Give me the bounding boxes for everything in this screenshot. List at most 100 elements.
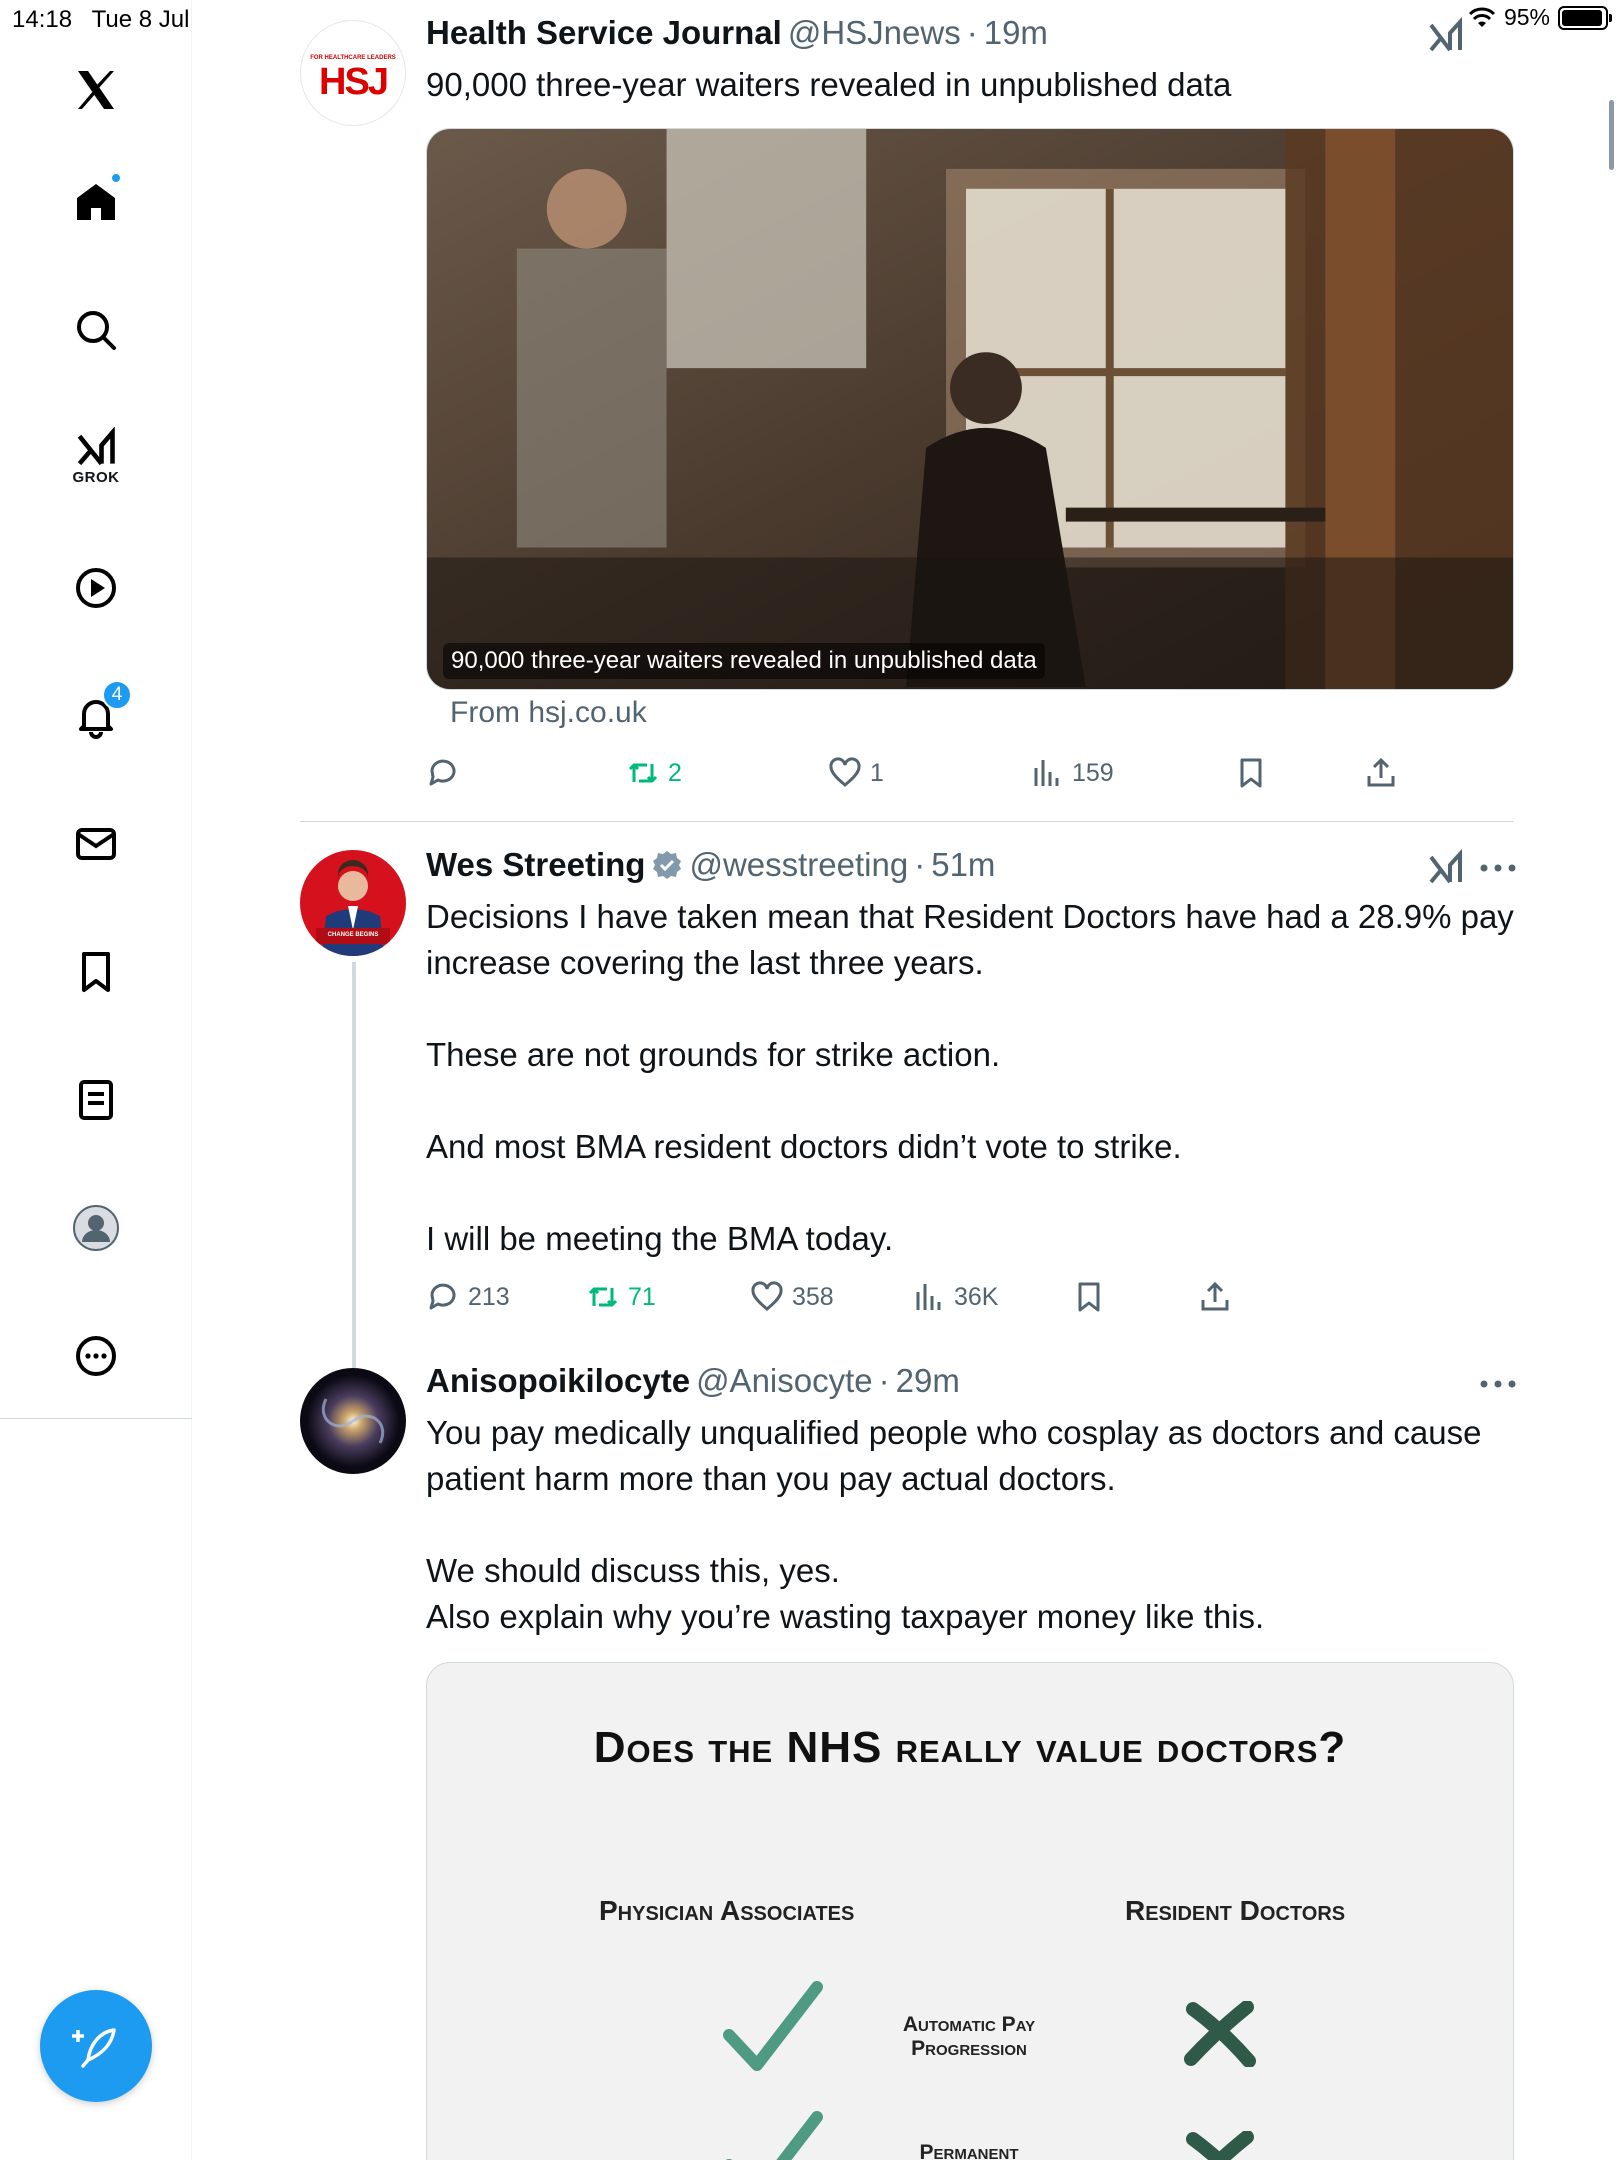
avatar-wes-streeting[interactable]: CHANGE BEGINS (300, 850, 406, 956)
thread-connector (352, 962, 356, 1368)
link-card[interactable]: 90,000 three-year waiters revealed in un… (426, 128, 1514, 690)
tweet-body: You pay medically unqualified people who… (426, 1410, 1516, 1640)
tweet-time[interactable]: 29m (896, 1362, 960, 1400)
views-button[interactable]: 36K (912, 1272, 998, 1322)
avatar-photo (300, 850, 406, 956)
home-unread-dot (110, 172, 122, 184)
compose-post-button[interactable] (40, 1990, 152, 2102)
reply-icon (429, 759, 456, 786)
heart-icon (751, 1281, 783, 1311)
more-options-icon[interactable] (1478, 1378, 1518, 1390)
nav-notifications[interactable]: 4 (56, 676, 136, 756)
notifications-badge: 4 (102, 680, 132, 710)
separator-dot: · (966, 14, 978, 51)
author-handle[interactable]: @Anisocyte (696, 1362, 873, 1400)
nav-profile[interactable] (56, 1188, 136, 1268)
avatar-hsj[interactable]: FOR HEALTHCARE LEADERS HSJ (300, 20, 406, 126)
tweet-actions: 213 71 358 36K (426, 1272, 1516, 1322)
reply-button[interactable] (426, 748, 460, 798)
views-chart-icon (916, 1284, 941, 1310)
repost-icon (628, 763, 658, 783)
tweet-paragraph: And most BMA resident doctors didn’t vot… (426, 1128, 1182, 1165)
tweet-paragraph: Decisions I have taken mean that Residen… (426, 898, 1514, 981)
hsj-logo: HSJ (319, 61, 389, 103)
like-count: 358 (792, 1282, 834, 1311)
author-name[interactable]: Health Service Journal (426, 14, 782, 52)
home-icon (77, 184, 115, 220)
grok-icon (77, 426, 115, 465)
infographic-title: Does the NHS really value doctors? (593, 1723, 1347, 1772)
share-icon (1201, 1281, 1229, 1311)
grok-icon[interactable] (1426, 16, 1466, 56)
repost-count: 71 (628, 1282, 656, 1311)
like-button[interactable]: 358 (750, 1272, 834, 1322)
sidebar: GROK 4 (0, 0, 192, 2160)
nav-more[interactable] (56, 1316, 136, 1396)
more-circle-icon (76, 1336, 116, 1376)
link-card-source[interactable]: From hsj.co.uk (450, 696, 647, 730)
avatar-anisopoikilocyte[interactable] (300, 1368, 406, 1474)
tweet-actions: 2 1 159 (426, 748, 1516, 798)
tweet-paragraph: Also explain why you’re wasting taxpayer… (426, 1598, 1265, 1635)
scrollbar[interactable] (1609, 100, 1614, 170)
share-button[interactable] (1198, 1272, 1232, 1322)
bookmark-icon (1078, 1282, 1100, 1312)
tweet-paragraph: We should discuss this, yes. (426, 1552, 840, 1589)
battery-percent: 95% (1503, 4, 1550, 30)
galaxy-avatar (300, 1368, 406, 1474)
compose-feather-icon (72, 2028, 116, 2068)
cross-icon (1186, 2131, 1254, 2160)
link-card-photo (427, 129, 1513, 689)
attached-image[interactable]: Does the NHS really value doctors? Physi… (426, 1662, 1514, 2160)
author-handle[interactable]: @wesstreeting (689, 846, 908, 884)
views-count: 36K (954, 1282, 999, 1311)
play-circle-icon (76, 568, 116, 608)
nav-search[interactable] (56, 290, 136, 370)
profile-avatar-icon (73, 1205, 119, 1251)
cross-icon (1184, 2001, 1256, 2067)
share-icon (1367, 757, 1395, 787)
like-count: 1 (870, 758, 884, 787)
verified-badge-icon (653, 851, 682, 879)
nav-video[interactable] (56, 548, 136, 628)
bookmark-icon (82, 952, 110, 992)
nav-lists[interactable] (56, 1060, 136, 1140)
bookmark-button[interactable] (1072, 1272, 1106, 1322)
author-name[interactable]: Anisopoikilocyte (426, 1362, 690, 1400)
separator-dot: · (914, 846, 926, 883)
repost-button[interactable]: 71 (586, 1272, 656, 1322)
reply-icon (429, 1283, 456, 1310)
repost-button[interactable]: 2 (626, 748, 682, 798)
views-chart-icon (1034, 760, 1059, 786)
infographic-row-label: Permanent (919, 2141, 1019, 2160)
bookmark-button[interactable] (1234, 748, 1268, 798)
tweet-paragraph: I will be meeting the BMA today. (426, 1220, 894, 1257)
mail-icon (76, 828, 116, 860)
nav-bookmarks[interactable] (56, 932, 136, 1012)
status-indicators: 95% (1468, 4, 1612, 31)
more-options-icon[interactable] (1478, 862, 1518, 874)
repost-count: 2 (668, 758, 682, 787)
author-name[interactable]: Wes Streeting (426, 846, 645, 884)
reply-button[interactable]: 213 (426, 1272, 510, 1322)
search-icon (77, 311, 116, 350)
nav-home[interactable] (56, 162, 136, 242)
share-button[interactable] (1364, 748, 1398, 798)
tweet-paragraph: You pay medically unqualified people who… (426, 1414, 1482, 1497)
x-logo[interactable] (56, 50, 136, 130)
views-button[interactable]: 159 (1030, 748, 1114, 798)
avatar-banner: CHANGE BEGINS (327, 932, 379, 938)
tweet-time[interactable]: 51m (931, 846, 995, 884)
tweet-time[interactable]: 19m (984, 14, 1048, 52)
tweet-text: 90,000 three-year waiters revealed in un… (426, 66, 1232, 103)
author-handle[interactable]: @HSJnews (788, 14, 961, 52)
list-document-icon (79, 1080, 113, 1120)
repost-icon (588, 1287, 618, 1307)
grok-icon[interactable] (1426, 848, 1466, 888)
nav-messages[interactable] (56, 804, 136, 884)
separator-dot: · (878, 1362, 890, 1399)
grok-label: GROK (72, 468, 120, 486)
like-button[interactable]: 1 (828, 748, 884, 798)
views-count: 159 (1072, 758, 1114, 787)
nav-grok[interactable]: GROK (56, 416, 136, 496)
